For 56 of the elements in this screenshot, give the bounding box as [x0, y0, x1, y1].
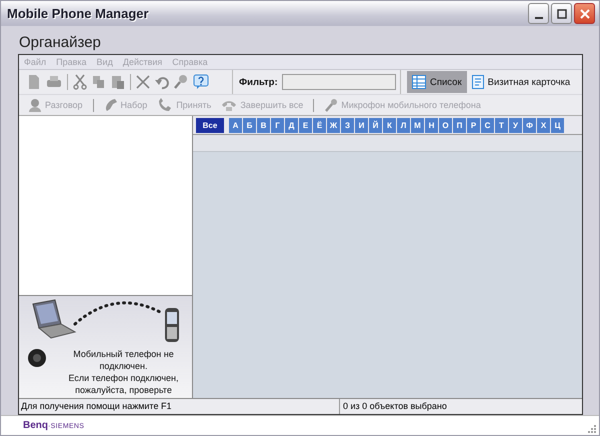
speaker-icon [27, 348, 47, 368]
help-icon[interactable] [193, 74, 209, 90]
microphone-icon [324, 98, 338, 112]
filter-label: Фильтр: [239, 76, 278, 88]
letter-tab[interactable]: П [453, 118, 466, 132]
card-icon [472, 75, 484, 89]
printer-icon[interactable] [46, 74, 62, 90]
letter-tab[interactable]: Л [397, 118, 410, 132]
letter-tab[interactable]: Г [271, 118, 284, 132]
letter-tab[interactable]: М [411, 118, 424, 132]
letter-tab[interactable]: Д [285, 118, 298, 132]
letter-tab[interactable]: Т [495, 118, 508, 132]
letter-tab[interactable]: О [439, 118, 452, 132]
scissors-icon[interactable] [73, 74, 87, 90]
person-icon [28, 98, 42, 112]
resize-grip-icon[interactable] [588, 425, 596, 433]
search-icon[interactable] [174, 74, 188, 90]
filter-field[interactable] [282, 74, 396, 90]
undo-icon[interactable] [155, 74, 169, 90]
minimize-button[interactable] [528, 3, 549, 24]
letter-tab[interactable]: Н [425, 118, 438, 132]
minimize-icon [534, 16, 542, 18]
page-heading: Органайзер [18, 33, 102, 53]
letter-tab[interactable]: Все [196, 118, 224, 132]
letter-tab[interactable]: А [229, 118, 242, 132]
maximize-button[interactable] [551, 3, 572, 24]
letter-tab[interactable]: Х [537, 118, 550, 132]
letter-tab[interactable]: Б [243, 118, 256, 132]
status-selection: 0 из 0 объектов выбрано [342, 400, 447, 413]
close-icon [580, 8, 590, 18]
letter-tab[interactable]: Ё [313, 118, 326, 132]
letter-tab[interactable]: С [481, 118, 494, 132]
letter-tab[interactable]: У [509, 118, 522, 132]
paste-icon[interactable] [111, 74, 125, 90]
letter-tab[interactable]: Ц [551, 118, 564, 132]
view-toggle[interactable]: Список [407, 71, 467, 93]
letter-tab[interactable]: В [257, 118, 270, 132]
letter-tab[interactable]: З [341, 118, 354, 132]
letter-tab[interactable]: Е [299, 118, 312, 132]
letter-tab[interactable]: Й [369, 118, 382, 132]
copy-icon[interactable] [92, 74, 106, 90]
table-icon [412, 75, 426, 89]
close-button[interactable] [574, 3, 595, 24]
close-icon[interactable] [136, 74, 150, 90]
letter-tab[interactable]: Р [467, 118, 480, 132]
status-help: Для получения помощи нажмите F1 [19, 399, 340, 414]
handset-icon [104, 98, 118, 112]
view-toggle[interactable]: Визитная карточка [466, 71, 576, 93]
maximize-icon [556, 8, 566, 18]
window-title: Mobile Phone Manager [7, 6, 149, 21]
letter-tab[interactable]: К [383, 118, 396, 132]
document-icon[interactable] [27, 74, 41, 90]
letter-tab[interactable]: Ж [327, 118, 340, 132]
letter-tab[interactable]: И [355, 118, 368, 132]
connection-message: Мобильный телефон не подключен. Если телефон подключен, пожалуйста, проверьте [68, 348, 180, 396]
letter-tab[interactable]: Ф [523, 118, 536, 132]
